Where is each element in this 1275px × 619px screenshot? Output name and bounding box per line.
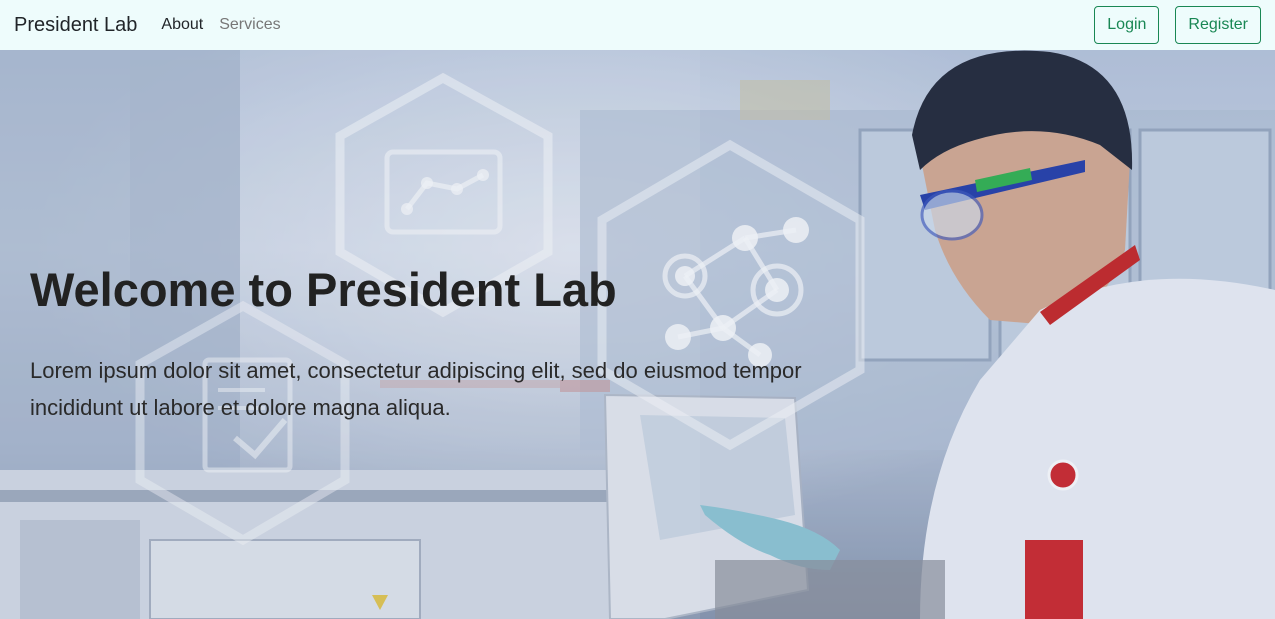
- navbar: President Lab About Services Login Regis…: [0, 0, 1275, 50]
- nav-link-about[interactable]: About: [161, 16, 203, 34]
- hero-title: Welcome to President Lab: [30, 263, 617, 316]
- hero-description: Lorem ipsum dolor sit amet, consectetur …: [30, 358, 802, 420]
- nav-links: About Services: [161, 16, 280, 34]
- auth-buttons: Login Register: [1094, 6, 1261, 44]
- hero-background-image: [0, 50, 1275, 619]
- login-button[interactable]: Login: [1094, 6, 1160, 44]
- hero-section: Welcome to President Lab Lorem ipsum dol…: [0, 50, 1275, 619]
- register-button[interactable]: Register: [1175, 6, 1261, 44]
- brand-logo[interactable]: President Lab: [14, 14, 137, 37]
- nav-link-services[interactable]: Services: [219, 16, 280, 34]
